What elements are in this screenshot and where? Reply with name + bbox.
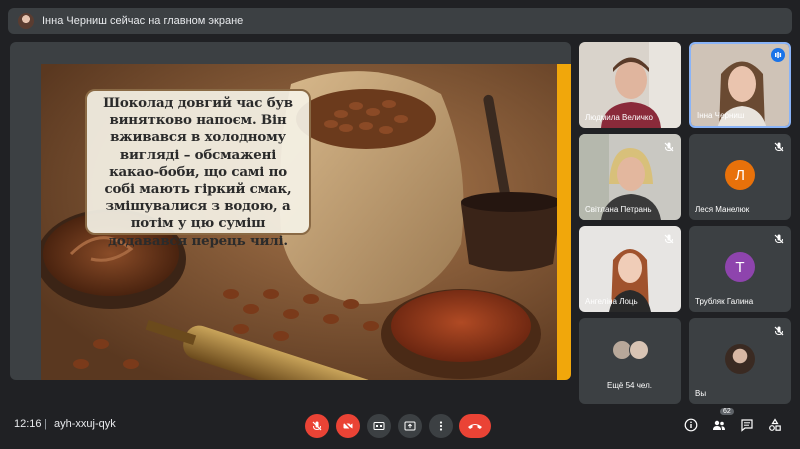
meeting-code: ayh-xxuj-qyk [54, 418, 116, 430]
presenting-banner: Інна Черниш сейчас на главном экране [8, 8, 792, 34]
hang-up-icon [468, 424, 482, 429]
mic-off-icon [773, 140, 785, 152]
participant-tile[interactable]: Інна Черниш [689, 42, 791, 128]
presenting-text: Інна Черниш сейчас на главном экране [42, 15, 244, 27]
participant-tile[interactable]: Т Трубляк Галина [689, 226, 791, 312]
present-icon [404, 421, 416, 431]
clock: 12:16 [14, 418, 42, 430]
activities-button[interactable] [766, 416, 784, 434]
more-options-button[interactable] [429, 414, 453, 438]
slide-accent-bar [557, 64, 571, 380]
participant-tile[interactable]: Людмила Величко [579, 42, 681, 128]
mic-off-icon [773, 232, 785, 244]
participant-tile[interactable]: Світлана Петрань [579, 134, 681, 220]
participant-name: Світлана Петрань [585, 205, 652, 214]
captions-icon [373, 422, 385, 430]
presenter-avatar [18, 13, 34, 29]
participant-name: Людмила Величко [585, 113, 653, 122]
more-vert-icon [439, 421, 443, 431]
more-participants-tile[interactable]: Ещё 54 чел. [579, 318, 681, 404]
more-participants-label: Ещё 54 чел. [607, 381, 652, 390]
slide-caption: Шоколад довгий час був винятково напоєм.… [85, 89, 311, 249]
self-avatar [725, 344, 755, 374]
participant-name: Вы [695, 389, 707, 398]
people-icon [713, 420, 725, 430]
shapes-icon [769, 418, 781, 431]
meeting-info-button[interactable] [682, 416, 700, 434]
participant-thumb-avatar [629, 340, 649, 360]
separator: | [44, 418, 47, 430]
participant-name: Ангеліна Лоць [585, 297, 638, 306]
camera-off-icon [342, 420, 354, 432]
participant-name: Трубляк Галина [695, 297, 754, 306]
participant-tile[interactable]: Ангеліна Лоць [579, 226, 681, 312]
present-screen-button[interactable] [398, 414, 422, 438]
mic-off-icon [312, 421, 322, 431]
control-bar: 12:16 | ayh-xxuj-qyk 62 [0, 400, 800, 449]
chat-icon [741, 419, 753, 432]
participant-tile[interactable]: Л Леся Манелюк [689, 134, 791, 220]
people-count-badge: 62 [720, 408, 734, 415]
mic-off-icon [663, 232, 675, 244]
participant-name: Інна Черниш [697, 111, 745, 120]
toggle-mic-button[interactable] [305, 414, 329, 438]
speaking-indicator-icon [771, 48, 785, 62]
participant-name: Леся Манелюк [695, 205, 750, 214]
captions-button[interactable] [367, 414, 391, 438]
self-tile[interactable]: Вы [689, 318, 791, 404]
info-icon [684, 418, 698, 432]
mic-off-icon [663, 140, 675, 152]
participant-avatar-letter: Л [725, 160, 755, 190]
mic-off-icon [773, 324, 785, 336]
toggle-camera-button[interactable] [336, 414, 360, 438]
leave-call-button[interactable] [459, 414, 491, 438]
participant-avatar-letter: Т [725, 252, 755, 282]
people-button[interactable] [710, 416, 728, 434]
shared-screen: Шоколад довгий час був винятково напоєм.… [10, 42, 571, 380]
presentation-slide: Шоколад довгий час був винятково напоєм.… [41, 64, 571, 380]
chat-button[interactable] [738, 416, 756, 434]
